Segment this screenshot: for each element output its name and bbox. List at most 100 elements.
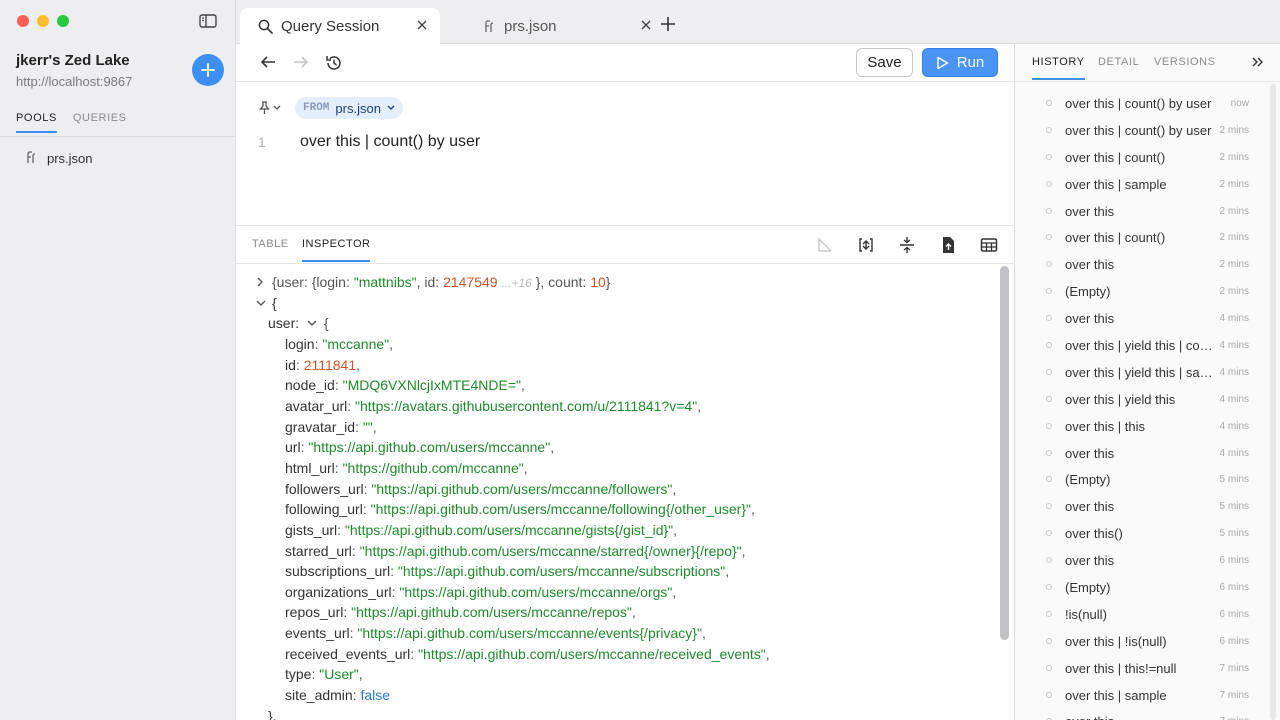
sidebar-toggle-icon[interactable] bbox=[199, 13, 217, 29]
history-item[interactable]: (Empty) 2 mins bbox=[1015, 278, 1267, 305]
history-item[interactable]: over this() 5 mins bbox=[1015, 520, 1267, 547]
forward-arrow-icon[interactable] bbox=[293, 54, 309, 75]
field-row[interactable]: events_url: "https://api.github.com/user… bbox=[285, 625, 706, 641]
expand-icon[interactable] bbox=[857, 236, 875, 259]
field-row[interactable]: received_events_url: "https://api.github… bbox=[285, 646, 770, 662]
history-item[interactable]: over this | !is(null) 6 mins bbox=[1015, 628, 1267, 655]
field-value[interactable]: "https://github.com/mccanne" bbox=[343, 460, 524, 476]
field-row[interactable]: gists_url: "https://api.github.com/users… bbox=[285, 522, 677, 538]
field-value[interactable]: "https://api.github.com/users/mccanne/su… bbox=[398, 563, 725, 579]
close-window-button[interactable] bbox=[17, 15, 29, 27]
query-text[interactable]: over this | count() by user bbox=[300, 133, 480, 151]
field-value[interactable]: false bbox=[360, 687, 390, 703]
collapse-panel-icon[interactable] bbox=[1250, 55, 1264, 74]
history-scrollbar[interactable] bbox=[1270, 84, 1276, 720]
field-value[interactable]: "https://api.github.com/users/mccanne/fo… bbox=[371, 501, 751, 517]
save-button[interactable]: Save bbox=[856, 48, 913, 77]
inspector-scrollbar[interactable] bbox=[1000, 266, 1009, 640]
history-item[interactable]: (Empty) 6 mins bbox=[1015, 574, 1267, 601]
collapse-icon[interactable] bbox=[898, 236, 916, 259]
tab-inspector[interactable]: INSPECTOR bbox=[302, 238, 371, 262]
query-editor[interactable]: FROM prs.json 1 over this | count() by u… bbox=[236, 82, 1014, 226]
field-row[interactable]: avatar_url: "https://avatars.githubuserc… bbox=[285, 398, 701, 414]
field-value[interactable]: "https://api.github.com/users/mccanne/or… bbox=[399, 584, 672, 600]
history-item[interactable]: over this | yield this | sample 4 mins bbox=[1015, 359, 1267, 386]
add-button[interactable] bbox=[192, 54, 224, 86]
field-value[interactable]: "https://api.github.com/users/mccanne/st… bbox=[360, 543, 742, 559]
export-file-icon[interactable] bbox=[939, 236, 957, 259]
field-row[interactable]: type: "User", bbox=[285, 666, 363, 682]
history-item[interactable]: over this | yield this 4 mins bbox=[1015, 386, 1267, 413]
history-item[interactable]: over this | yield this | count() 4 mins bbox=[1015, 332, 1267, 359]
maximize-window-button[interactable] bbox=[57, 15, 69, 27]
field-value[interactable]: "https://api.github.com/users/mccanne" bbox=[308, 439, 550, 455]
field-row[interactable]: starred_url: "https://api.github.com/use… bbox=[285, 543, 746, 559]
back-arrow-icon[interactable] bbox=[260, 54, 276, 75]
history-item[interactable]: !is(null) 6 mins bbox=[1015, 601, 1267, 628]
field-row[interactable]: html_url: "https://github.com/mccanne", bbox=[285, 460, 528, 476]
more-fields-indicator[interactable]: ...+16 bbox=[501, 276, 531, 290]
field-row[interactable]: followers_url: "https://api.github.com/u… bbox=[285, 481, 676, 497]
run-button[interactable]: Run bbox=[922, 48, 998, 77]
field-value[interactable]: 2111841 bbox=[304, 357, 356, 373]
chevron-right-icon[interactable] bbox=[256, 276, 265, 290]
field-value[interactable]: "https://api.github.com/users/mccanne/fo… bbox=[371, 481, 672, 497]
tab-queries[interactable]: QUERIES bbox=[73, 112, 127, 133]
history-item[interactable]: over this | sample 2 mins bbox=[1015, 171, 1267, 198]
field-row[interactable]: gravatar_id: "", bbox=[285, 419, 377, 435]
history-item[interactable]: over this 4 mins bbox=[1015, 440, 1267, 467]
chart-icon[interactable] bbox=[816, 236, 834, 259]
tab-pools[interactable]: POOLS bbox=[16, 112, 57, 133]
field-row[interactable]: organizations_url: "https://api.github.c… bbox=[285, 584, 676, 600]
history-icon[interactable] bbox=[325, 54, 343, 77]
field-value[interactable]: "https://api.github.com/users/mccanne/ev… bbox=[357, 625, 702, 641]
table-icon[interactable] bbox=[980, 236, 998, 259]
tab-versions[interactable]: VERSIONS bbox=[1154, 56, 1216, 78]
tab-detail[interactable]: DETAIL bbox=[1098, 56, 1139, 78]
field-row[interactable]: site_admin: false bbox=[285, 687, 390, 703]
history-item[interactable]: over this | count() 2 mins bbox=[1015, 144, 1267, 171]
history-item[interactable]: over this | count() 2 mins bbox=[1015, 224, 1267, 251]
field-value[interactable]: "MDQ6VXNlcjIxMTE4NDE=" bbox=[343, 377, 521, 393]
field-row[interactable]: login: "mccanne", bbox=[285, 336, 393, 352]
field-row[interactable]: url: "https://api.github.com/users/mccan… bbox=[285, 439, 554, 455]
pin-menu[interactable] bbox=[258, 101, 281, 115]
field-value[interactable]: "User" bbox=[319, 666, 359, 682]
history-item[interactable]: over this | count() by user now bbox=[1015, 90, 1267, 117]
close-icon[interactable] bbox=[416, 18, 428, 35]
field-row[interactable]: following_url: "https://api.github.com/u… bbox=[285, 501, 755, 517]
chevron-down-icon[interactable] bbox=[256, 297, 266, 311]
history-item[interactable]: over this 2 mins bbox=[1015, 251, 1267, 278]
field-row[interactable]: subscriptions_url: "https://api.github.c… bbox=[285, 563, 729, 579]
minimize-window-button[interactable] bbox=[37, 15, 49, 27]
field-value[interactable]: "" bbox=[363, 419, 373, 435]
history-item[interactable]: over this | this!=null 7 mins bbox=[1015, 655, 1267, 682]
field-value[interactable]: "https://api.github.com/users/mccanne/gi… bbox=[345, 522, 673, 538]
field-value[interactable]: "https://api.github.com/users/mccanne/re… bbox=[418, 646, 766, 662]
history-item[interactable]: over this | sample 7 mins bbox=[1015, 682, 1267, 709]
history-item[interactable]: over this 4 mins bbox=[1015, 305, 1267, 332]
field-value[interactable]: "https://avatars.githubusercontent.com/u… bbox=[355, 398, 697, 414]
history-item[interactable]: over this | this 4 mins bbox=[1015, 413, 1267, 440]
tab-prs-json[interactable]: prs.json bbox=[464, 8, 664, 44]
history-item[interactable]: over this 2 mins bbox=[1015, 198, 1267, 225]
from-pin[interactable]: FROM prs.json bbox=[295, 97, 403, 119]
history-item[interactable]: over this 6 mins bbox=[1015, 547, 1267, 574]
field-row[interactable]: id: 2111841, bbox=[285, 357, 360, 373]
field-row[interactable]: repos_url: "https://api.github.com/users… bbox=[285, 604, 636, 620]
history-item[interactable]: (Empty) 5 mins bbox=[1015, 466, 1267, 493]
field-row[interactable]: node_id: "MDQ6VXNlcjIxMTE4NDE=", bbox=[285, 377, 525, 393]
field-value[interactable]: "https://api.github.com/users/mccanne/re… bbox=[351, 604, 632, 620]
history-item[interactable]: over this 5 mins bbox=[1015, 493, 1267, 520]
history-item[interactable]: over this | count() by user 2 mins bbox=[1015, 117, 1267, 144]
tab-table[interactable]: TABLE bbox=[252, 238, 289, 260]
sidebar-item-pool[interactable]: prs.json bbox=[24, 150, 93, 167]
tab-history[interactable]: HISTORY bbox=[1032, 56, 1085, 80]
close-icon[interactable] bbox=[640, 18, 652, 35]
history-item[interactable]: over this7 mins bbox=[1015, 708, 1267, 720]
field-value[interactable]: "mccanne" bbox=[322, 336, 389, 352]
new-tab-button[interactable] bbox=[660, 16, 676, 37]
user-field-row[interactable]: user: { bbox=[268, 315, 329, 331]
tab-query-session[interactable]: Query Session bbox=[240, 8, 440, 44]
record-row-collapsed[interactable]: {user: {login: "mattnibs", id: 2147549 .… bbox=[272, 274, 610, 290]
